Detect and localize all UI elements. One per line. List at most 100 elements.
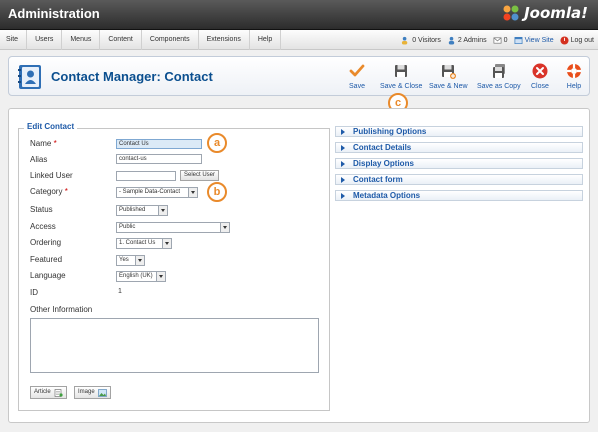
lifebuoy-icon: [567, 64, 581, 78]
chevron-down-icon: [156, 272, 165, 281]
visitors-icon: [402, 36, 408, 45]
expand-arrow-icon: [341, 177, 345, 183]
logout-icon: [560, 35, 569, 45]
menu-item-site[interactable]: Site: [0, 30, 28, 50]
checkmark-icon: [349, 64, 365, 77]
category-value: - Sample Data-Contact: [119, 189, 181, 195]
chevron-down-icon: [135, 256, 144, 265]
close-label: Close: [531, 83, 549, 90]
article-button[interactable]: Article: [30, 386, 67, 399]
admin-title: Administration: [8, 6, 100, 21]
expand-arrow-icon: [341, 161, 345, 167]
disk-icon: [395, 65, 408, 77]
alias-label: Alias: [30, 155, 48, 164]
joomla-brand-text: Joomla!: [524, 4, 588, 22]
pane-metadata-options[interactable]: Metadata Options: [335, 190, 583, 201]
toolbar: Contact Manager: Contact Save Save & Clo…: [8, 56, 590, 96]
save-copy-label: Save as Copy: [477, 83, 521, 90]
disk-copy-icon: [492, 64, 505, 78]
pane-label: Display Options: [353, 159, 414, 168]
access-select[interactable]: Public: [116, 222, 230, 233]
ordering-value: 1. Contact Us: [119, 240, 156, 246]
language-select[interactable]: English (UK): [116, 271, 166, 282]
pane-publishing-options[interactable]: Publishing Options: [335, 126, 583, 137]
visitors-status: 0 Visitors: [401, 36, 441, 45]
featured-select[interactable]: Yes: [116, 255, 145, 266]
page-title: Contact Manager: Contact: [51, 69, 213, 84]
edit-contact-legend: Edit Contact: [24, 122, 78, 131]
status-select[interactable]: Published: [116, 205, 168, 216]
pane-contact-form[interactable]: Contact form: [335, 174, 583, 185]
alias-field[interactable]: contact-us: [116, 154, 202, 164]
expand-arrow-icon: [341, 145, 345, 151]
joomla-logo: Joomla!: [502, 4, 588, 22]
linked-user-field[interactable]: [116, 171, 176, 181]
other-info-textarea[interactable]: [30, 318, 319, 373]
close-icon: [532, 63, 548, 79]
save-label: Save: [349, 83, 365, 90]
language-label: Language: [30, 271, 66, 280]
featured-label: Featured: [30, 255, 63, 264]
save-close-label: Save & Close: [380, 83, 423, 90]
disk-plus-icon: [442, 65, 457, 79]
menu-item-components[interactable]: Components: [142, 30, 199, 50]
pane-contact-details[interactable]: Contact Details: [335, 142, 583, 153]
help-button[interactable]: Help: [566, 63, 582, 90]
logout-link[interactable]: Log out: [560, 35, 594, 45]
chevron-down-icon: [158, 206, 167, 215]
article-icon: [54, 388, 63, 397]
ordering-select[interactable]: 1. Contact Us: [116, 238, 172, 249]
language-value: English (UK): [119, 273, 153, 279]
pane-label: Contact form: [353, 175, 403, 184]
callout-marker-a: a: [207, 133, 227, 153]
joomla-logo-icon: [503, 5, 519, 21]
category-select[interactable]: - Sample Data-Contact: [116, 187, 198, 198]
pane-display-options[interactable]: Display Options: [335, 158, 583, 169]
name-field[interactable]: Contact Us: [116, 139, 202, 149]
menu-item-menus[interactable]: Menus: [62, 30, 101, 50]
save-close-button[interactable]: Save & Close: [380, 63, 422, 90]
menu-item-help[interactable]: Help: [250, 30, 282, 50]
access-value: Public: [119, 224, 136, 230]
pane-label: Publishing Options: [353, 127, 427, 136]
close-button[interactable]: Close: [531, 63, 549, 90]
id-value: 1: [118, 288, 122, 295]
category-required-mark: *: [64, 187, 68, 196]
linked-user-label: Linked User: [30, 171, 73, 180]
messages-count: 0: [503, 36, 508, 44]
visitors-count: 0 Visitors: [412, 36, 441, 44]
options-panes: Publishing Options Contact Details Displ…: [335, 126, 583, 206]
menu-item-users[interactable]: Users: [27, 30, 63, 50]
view-site-link[interactable]: View Site: [514, 36, 554, 45]
expand-arrow-icon: [341, 193, 345, 199]
admins-count: 2 Admins: [457, 36, 487, 44]
menu-item-extensions[interactable]: Extensions: [199, 30, 250, 50]
logout-label: Log out: [570, 36, 594, 44]
access-label: Access: [30, 222, 56, 231]
image-button[interactable]: Image: [74, 386, 111, 399]
image-label: Image: [78, 389, 95, 395]
save-copy-button[interactable]: Save as Copy: [477, 63, 521, 90]
save-new-button[interactable]: Save & New: [429, 63, 468, 90]
expand-arrow-icon: [341, 129, 345, 135]
view-site-icon: [514, 36, 523, 44]
name-label: Name *: [30, 139, 57, 148]
chevron-down-icon: [220, 223, 229, 232]
save-new-label: Save & New: [429, 83, 468, 90]
contact-manager-icon: [18, 65, 41, 89]
admins-icon: [448, 36, 455, 45]
menu-item-content[interactable]: Content: [100, 30, 142, 50]
article-label: Article: [34, 389, 51, 395]
category-label: Category *: [30, 187, 68, 196]
category-label-text: Category: [30, 187, 63, 196]
pane-label: Contact Details: [353, 143, 412, 152]
messages-status[interactable]: 0: [493, 36, 508, 45]
name-required-mark: *: [53, 139, 57, 148]
menu-bar: Site Users Menus Content Components Exte…: [0, 30, 598, 50]
select-user-button[interactable]: Select User: [180, 170, 220, 181]
save-button[interactable]: Save: [349, 63, 365, 90]
other-info-label: Other Information: [30, 305, 93, 314]
messages-icon: [493, 36, 502, 44]
status-value: Published: [119, 207, 146, 213]
status-label: Status: [30, 205, 53, 214]
